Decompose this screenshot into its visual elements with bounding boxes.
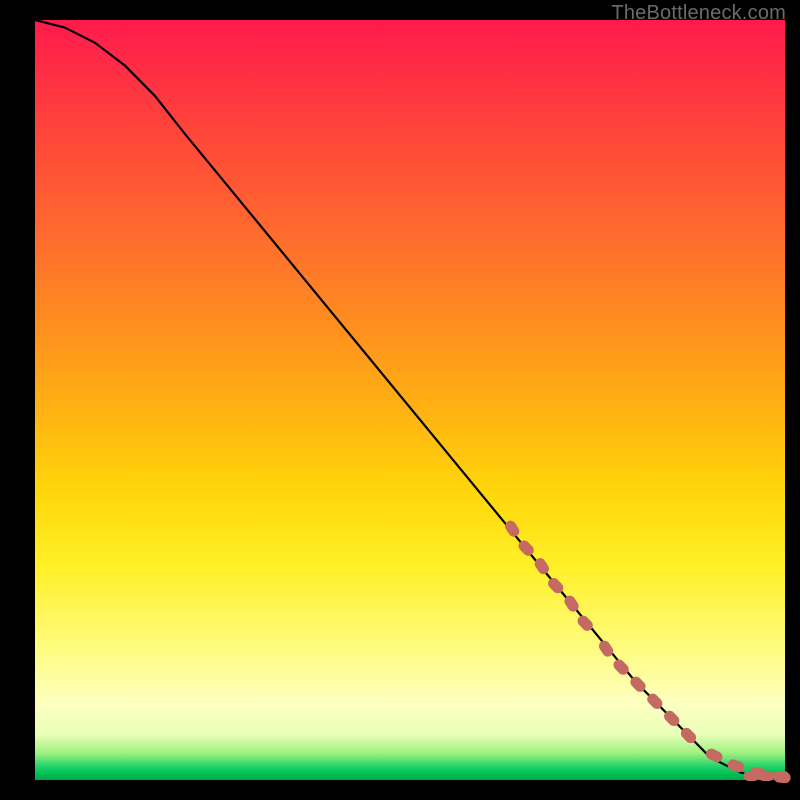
chart-frame: TheBottleneck.com [0,0,800,800]
highlight-dots [503,519,791,784]
highlight-dash [758,771,774,781]
highlight-dash [503,519,522,539]
highlight-dash [743,771,759,781]
highlight-dash [704,747,724,765]
highlight-dash [773,771,789,781]
plot-area [35,20,785,780]
highlight-dash [726,758,746,774]
bottleneck-curve-line [35,20,785,779]
highlight-dash [597,638,616,658]
chart-svg [35,20,785,780]
